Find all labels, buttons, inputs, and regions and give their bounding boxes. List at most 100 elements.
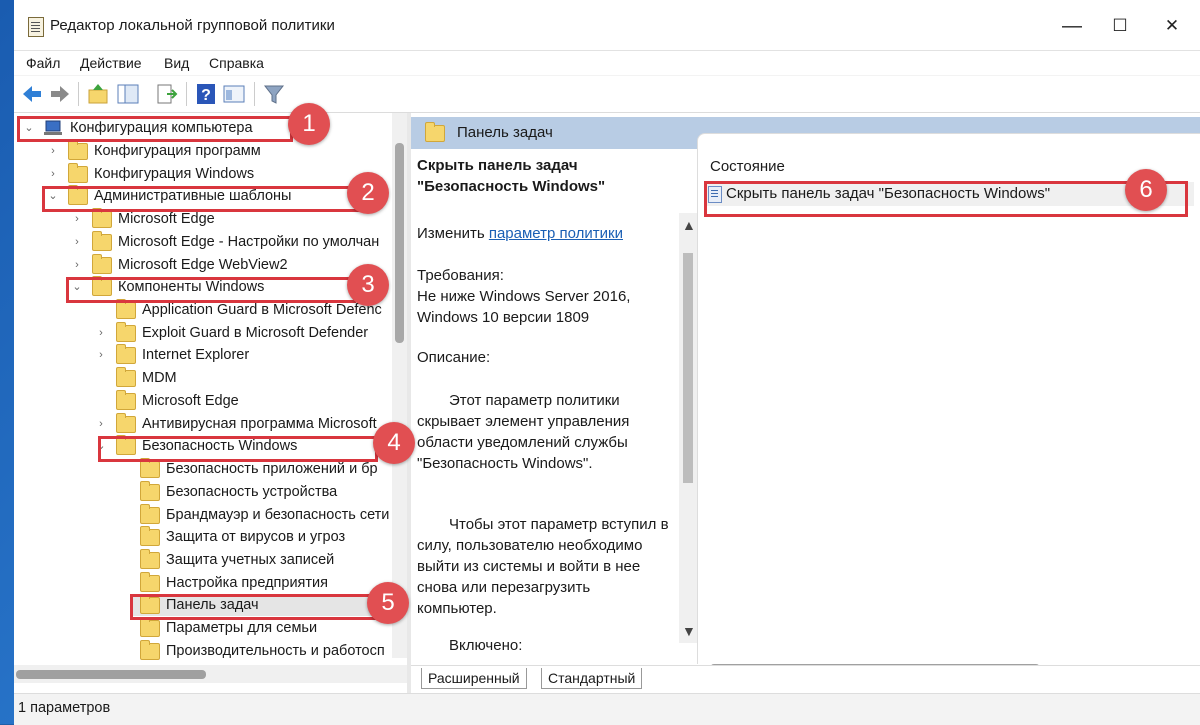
folder-icon bbox=[92, 208, 112, 228]
step-badge-6: 6 bbox=[1125, 169, 1167, 211]
close-button[interactable]: ✕ bbox=[1150, 8, 1194, 44]
tree-horizontal-scroll-thumb[interactable] bbox=[16, 670, 206, 679]
tree-node-label: Защита от вирусов и угроз bbox=[166, 529, 346, 545]
folder-icon bbox=[92, 231, 112, 251]
chevron-right-icon[interactable]: › bbox=[48, 140, 58, 162]
tab-standard[interactable]: Стандартный bbox=[541, 668, 643, 689]
tree-node-label: Безопасность устройства bbox=[166, 484, 338, 500]
help-icon[interactable]: ? bbox=[194, 82, 218, 106]
policy-title: Скрыть панель задач "Безопасность Window… bbox=[417, 157, 606, 195]
tree-node-label: Microsoft Edge WebView2 bbox=[118, 257, 288, 273]
folder-icon bbox=[116, 299, 136, 319]
folder-icon bbox=[140, 640, 160, 660]
tree-node-label: Защита учетных записей bbox=[166, 552, 335, 568]
step-badge-4: 4 bbox=[373, 422, 415, 464]
toolbar-separator bbox=[254, 82, 255, 106]
view-tabs: Расширенный Стандартный bbox=[411, 665, 1200, 690]
maximize-button[interactable]: ☐ bbox=[1098, 8, 1142, 44]
tree-node-label: Настройка предприятия bbox=[166, 575, 328, 591]
title-bar: Редактор локальной групповой политики — … bbox=[14, 0, 1200, 51]
highlight-box-2 bbox=[42, 186, 360, 212]
status-text: 1 параметров bbox=[18, 700, 111, 716]
status-bar: 1 параметров bbox=[14, 693, 1200, 725]
description-panel: Скрыть панель задач "Безопасность Window… bbox=[411, 149, 679, 659]
filter-icon[interactable] bbox=[262, 82, 286, 106]
show-hide-tree-icon[interactable] bbox=[116, 82, 140, 106]
up-folder-icon[interactable] bbox=[86, 82, 110, 106]
step-badge-5: 5 bbox=[367, 582, 409, 624]
folder-icon bbox=[140, 572, 160, 592]
highlight-box-1 bbox=[17, 116, 293, 142]
chevron-right-icon[interactable]: › bbox=[72, 254, 82, 276]
description-scroll-thumb[interactable] bbox=[683, 253, 693, 483]
chevron-right-icon[interactable]: › bbox=[96, 322, 106, 344]
tree-node-label: Microsoft Edge bbox=[142, 393, 239, 409]
menu-help[interactable]: Справка bbox=[209, 55, 264, 71]
folder-icon bbox=[68, 140, 88, 160]
folder-icon bbox=[116, 390, 136, 410]
tree-node-label: Exploit Guard в Microsoft Defender bbox=[142, 325, 369, 341]
menu-view[interactable]: Вид bbox=[164, 55, 189, 71]
svg-text:?: ? bbox=[201, 87, 211, 104]
column-header-state[interactable]: Состояние bbox=[710, 158, 785, 175]
minimize-button[interactable]: — bbox=[1050, 8, 1094, 44]
toolbar-separator bbox=[78, 82, 79, 106]
highlight-box-3 bbox=[66, 277, 356, 303]
folder-icon bbox=[116, 413, 136, 433]
highlight-box-5 bbox=[130, 594, 376, 620]
description-label: Описание: bbox=[417, 349, 491, 366]
edit-prefix: Изменить bbox=[417, 225, 485, 242]
step-badge-2: 2 bbox=[347, 172, 389, 214]
menu-file[interactable]: Файл bbox=[26, 55, 60, 71]
toolbar-separator bbox=[186, 82, 187, 106]
details-header-title: Панель задач bbox=[457, 124, 553, 141]
folder-icon bbox=[140, 617, 160, 637]
folder-icon bbox=[140, 481, 160, 501]
tree-node-label: Брандмауэр и безопасность сети bbox=[166, 507, 390, 523]
requirements-text: Не ниже Windows Server 2016, Windows 10 … bbox=[417, 288, 631, 326]
tree-node-label: Microsoft Edge - Настройки по умолчан bbox=[118, 234, 380, 250]
tree-node-label: MDM bbox=[142, 370, 177, 386]
gpedit-app-icon bbox=[28, 17, 44, 37]
description-paragraph-1: Этот параметр политики скрывает элемент … bbox=[417, 392, 630, 472]
folder-icon bbox=[116, 367, 136, 387]
scroll-up-arrow-icon[interactable]: ▲ bbox=[682, 217, 696, 233]
step-badge-3: 3 bbox=[347, 264, 389, 306]
folder-icon bbox=[425, 122, 445, 142]
tree-node-label: Параметры для семьи bbox=[166, 620, 318, 636]
folder-icon bbox=[140, 526, 160, 546]
export-list-icon[interactable] bbox=[154, 82, 178, 106]
folder-icon bbox=[68, 163, 88, 183]
menu-bar: Файл Действие Вид Справка bbox=[14, 51, 1200, 75]
tree-node-label: Антивирусная программа Microsoft bbox=[142, 416, 377, 432]
toolbar: ? bbox=[14, 76, 1200, 113]
folder-icon bbox=[92, 254, 112, 274]
folder-icon bbox=[140, 504, 160, 524]
forward-arrow-icon[interactable] bbox=[48, 82, 72, 106]
chevron-right-icon[interactable]: › bbox=[72, 231, 82, 253]
scroll-down-arrow-icon[interactable]: ▼ bbox=[682, 623, 696, 639]
folder-icon bbox=[140, 458, 160, 478]
folder-icon bbox=[116, 344, 136, 364]
menu-action[interactable]: Действие bbox=[80, 55, 142, 71]
highlight-box-6 bbox=[704, 181, 1188, 217]
chevron-right-icon[interactable]: › bbox=[96, 413, 106, 435]
description-paragraph-2: Чтобы этот параметр вступил в силу, поль… bbox=[417, 516, 669, 617]
edit-policy-link[interactable]: параметр политики bbox=[489, 225, 623, 242]
requirements-label: Требования: bbox=[417, 267, 504, 284]
highlight-box-4 bbox=[98, 436, 378, 462]
enabled-label: Включено: bbox=[449, 637, 523, 654]
chevron-right-icon[interactable]: › bbox=[48, 163, 58, 185]
folder-icon bbox=[140, 549, 160, 569]
tree-node-label: Производительность и работосп bbox=[166, 643, 385, 659]
properties-icon[interactable] bbox=[222, 82, 246, 106]
tab-extended[interactable]: Расширенный bbox=[421, 668, 527, 689]
folder-icon bbox=[116, 322, 136, 342]
chevron-right-icon[interactable]: › bbox=[96, 344, 106, 366]
tree-node-label: Конфигурация Windows bbox=[94, 166, 255, 182]
back-arrow-icon[interactable] bbox=[20, 82, 44, 106]
tree-vertical-scroll-thumb[interactable] bbox=[395, 143, 404, 343]
tree-node-label: Конфигурация программ bbox=[94, 143, 261, 159]
tree-node-label: Internet Explorer bbox=[142, 347, 250, 363]
edit-policy-line: Изменить параметр политики bbox=[417, 223, 677, 244]
